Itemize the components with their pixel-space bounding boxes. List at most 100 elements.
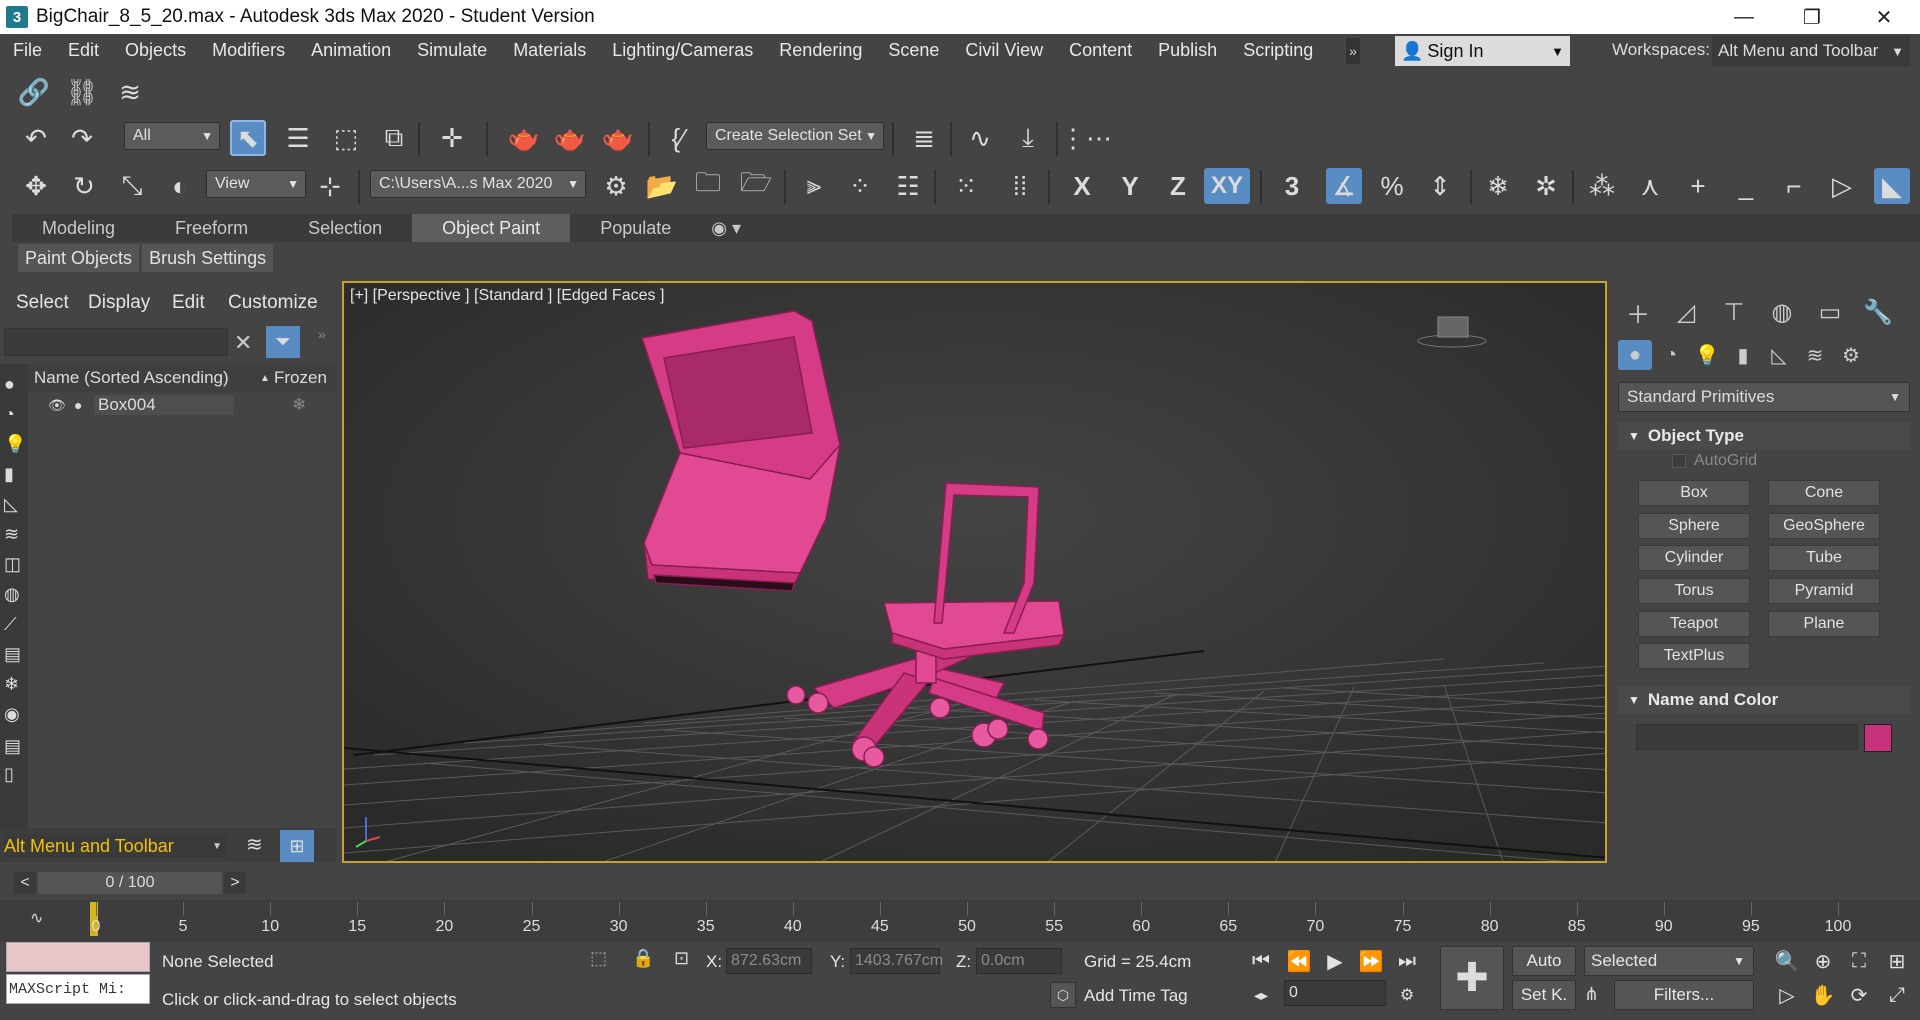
axis-y-button[interactable]: Y bbox=[1112, 168, 1148, 204]
active-snap-icon[interactable]: ◣ bbox=[1874, 168, 1910, 204]
object-name-input[interactable] bbox=[1636, 724, 1858, 750]
perspective-viewport[interactable]: [+] [Perspective ] [Standard ] [Edged Fa… bbox=[342, 281, 1607, 863]
key-filters-icon[interactable]: ⋔ bbox=[1584, 984, 1599, 1005]
curve-editor-icon[interactable]: ∿ bbox=[962, 120, 998, 156]
mirror-icon[interactable]: ⫸ bbox=[796, 168, 832, 204]
menu-publish[interactable]: Publish bbox=[1145, 40, 1230, 61]
reference-coordinate-dropdown[interactable]: View ▼ bbox=[206, 170, 306, 198]
cameras-filter-icon[interactable]: ▮ bbox=[4, 464, 14, 485]
panel-brush-settings[interactable]: Brush Settings bbox=[142, 244, 274, 272]
angle-snap-icon[interactable]: ∡ bbox=[1326, 168, 1362, 204]
menu-animation[interactable]: Animation bbox=[298, 40, 404, 61]
clear-search-icon[interactable]: ✕ bbox=[234, 330, 252, 356]
menu-civil-view[interactable]: Civil View bbox=[952, 40, 1056, 61]
menu-content[interactable]: Content bbox=[1056, 40, 1145, 61]
menu-scene[interactable]: Scene bbox=[875, 40, 952, 61]
zoom-extents-all-icon[interactable]: ⊞ bbox=[1880, 946, 1914, 976]
vertex-snap-icon[interactable]: + bbox=[1680, 168, 1716, 204]
scene-explorer-name-dropdown[interactable]: Alt Menu and Toolbar ▼ bbox=[4, 834, 226, 858]
restore-button[interactable]: ❐ bbox=[1784, 0, 1840, 34]
tab-freeform[interactable]: Freeform bbox=[145, 214, 278, 242]
bones-filter-icon[interactable]: ⟋ bbox=[4, 614, 17, 635]
tab-object-paint[interactable]: Object Paint bbox=[412, 214, 571, 242]
menu-objects[interactable]: Objects bbox=[112, 40, 199, 61]
box-button[interactable]: Box bbox=[1638, 480, 1750, 506]
maxscript-listener-input[interactable]: MAXScript Mi: bbox=[6, 974, 150, 1004]
axis-x-button[interactable]: X bbox=[1064, 168, 1100, 204]
filter-icon[interactable]: ⏷ bbox=[266, 326, 300, 358]
table-row[interactable]: 👁 ● Box004 ❄ bbox=[28, 392, 336, 418]
add-time-tag[interactable]: Add Time Tag bbox=[1084, 986, 1188, 1006]
go-to-end-icon[interactable]: ⏭ bbox=[1390, 946, 1424, 976]
array-icon[interactable]: ⁘ bbox=[842, 168, 878, 204]
menu-scripting[interactable]: Scripting bbox=[1230, 40, 1326, 61]
tab-modeling[interactable]: Modeling bbox=[12, 214, 145, 242]
zoom-extents-icon[interactable]: ⛶ bbox=[1842, 946, 1876, 976]
hidden-filter-icon[interactable]: ◉ bbox=[4, 704, 20, 725]
x-coordinate-field[interactable]: 872.63cm bbox=[726, 948, 812, 974]
menu-file[interactable]: File bbox=[0, 40, 55, 61]
select-object-icon[interactable]: ⬉ bbox=[230, 120, 266, 156]
cylinder-button[interactable]: Cylinder bbox=[1638, 545, 1750, 571]
workspace-dropdown[interactable]: Alt Menu and Toolbar ▼ bbox=[1712, 36, 1910, 66]
geometry-filter-icon[interactable]: ● bbox=[4, 374, 15, 395]
sphere-button[interactable]: Sphere bbox=[1638, 513, 1750, 539]
modify-tab-icon[interactable]: ◿ bbox=[1664, 294, 1708, 330]
eye-icon[interactable]: 👁 bbox=[48, 397, 66, 414]
groups-filter-icon[interactable]: ◫ bbox=[4, 554, 21, 575]
redo-icon[interactable]: ↷ bbox=[64, 120, 100, 156]
xrefs-filter-icon[interactable]: ◍ bbox=[4, 584, 20, 605]
previous-frame-icon[interactable]: ⏪ bbox=[1282, 946, 1316, 976]
align-icon[interactable]: ☷ bbox=[890, 168, 926, 204]
key-mode-toggle-icon[interactable]: ◂▸ bbox=[1244, 980, 1278, 1010]
project-settings-icon[interactable]: ⚙ bbox=[598, 168, 634, 204]
containers-filter-icon[interactable]: ▤ bbox=[4, 644, 21, 665]
next-frame-icon[interactable]: ⏩ bbox=[1354, 946, 1388, 976]
panel-paint-objects[interactable]: Paint Objects bbox=[18, 244, 140, 272]
object-category-dropdown[interactable]: Standard Primitives ▼ bbox=[1618, 382, 1910, 412]
object-name[interactable]: Box004 bbox=[94, 395, 234, 415]
helpers-filter-icon[interactable]: ◺ bbox=[4, 494, 18, 515]
shapes-icon[interactable]: ◔ bbox=[1654, 340, 1688, 370]
toggle-ribbon-icon[interactable]: ⤓ bbox=[1010, 120, 1046, 156]
lights-filter-icon[interactable]: 💡 bbox=[4, 434, 26, 455]
time-tag-icon[interactable]: ⬡ bbox=[1050, 982, 1076, 1008]
render-icon[interactable]: 🫖 bbox=[600, 120, 636, 156]
menu-overflow-button[interactable]: » bbox=[1346, 38, 1360, 64]
orbit-icon[interactable]: ⟳ bbox=[1842, 980, 1876, 1010]
schematic-view-icon[interactable]: ⋮⋯ bbox=[1060, 120, 1112, 156]
expand-icon[interactable]: » bbox=[318, 326, 326, 342]
edit-named-selection-icon[interactable]: {∕ bbox=[660, 120, 696, 156]
viewport-label-menu[interactable]: [+] [Perspective ] [Standard ] [Edged Fa… bbox=[350, 287, 664, 305]
motion-tab-icon[interactable]: ◍ bbox=[1760, 294, 1804, 330]
column-name-header[interactable]: Name (Sorted Ascending) bbox=[34, 368, 229, 388]
place-icon[interactable]: ◐ bbox=[162, 168, 198, 204]
edge-snap-icon[interactable]: _ bbox=[1728, 168, 1764, 204]
shapes-filter-icon[interactable]: ◔ bbox=[4, 404, 15, 425]
hierarchy-icon[interactable]: ⊞ bbox=[280, 830, 314, 862]
scale-icon[interactable]: ⤡ bbox=[114, 168, 150, 204]
menu-lighting-cameras[interactable]: Lighting/Cameras bbox=[599, 40, 766, 61]
menu-edit[interactable]: Edit bbox=[55, 40, 112, 61]
select-and-manipulate-icon[interactable]: ✛ bbox=[434, 120, 470, 156]
explorer-menu-display[interactable]: Display bbox=[88, 292, 150, 314]
zoom-icon[interactable]: 🔍 bbox=[1770, 946, 1804, 976]
display-all-icon[interactable]: ▤ bbox=[4, 736, 21, 757]
selection-filter-dropdown[interactable]: All ▼ bbox=[124, 122, 220, 150]
explorer-menu-customize[interactable]: Customize bbox=[228, 292, 318, 314]
menu-rendering[interactable]: Rendering bbox=[766, 40, 875, 61]
render-frame-icon[interactable]: 🫖 bbox=[552, 120, 588, 156]
explorer-search-input[interactable] bbox=[4, 328, 228, 356]
helpers-icon[interactable]: ◺ bbox=[1762, 340, 1796, 370]
polygon-snap-icon[interactable]: ▷ bbox=[1824, 168, 1860, 204]
spacewarps-filter-icon[interactable]: ≋ bbox=[4, 524, 19, 545]
teapot-button[interactable]: Teapot bbox=[1638, 611, 1750, 637]
rectangular-selection-icon[interactable]: ⬚ bbox=[328, 120, 364, 156]
tab-selection[interactable]: Selection bbox=[278, 214, 412, 242]
close-button[interactable]: ✕ bbox=[1856, 0, 1912, 34]
layer-explorer-icon[interactable]: ≣ bbox=[906, 120, 942, 156]
name-and-color-rollout[interactable]: ▼ Name and Color bbox=[1618, 686, 1910, 714]
geosphere-button[interactable]: GeoSphere bbox=[1768, 513, 1880, 539]
key-mode-dropdown[interactable]: Selected ▼ bbox=[1584, 946, 1754, 976]
time-slider-thumb[interactable]: 0 / 100 bbox=[38, 872, 222, 894]
